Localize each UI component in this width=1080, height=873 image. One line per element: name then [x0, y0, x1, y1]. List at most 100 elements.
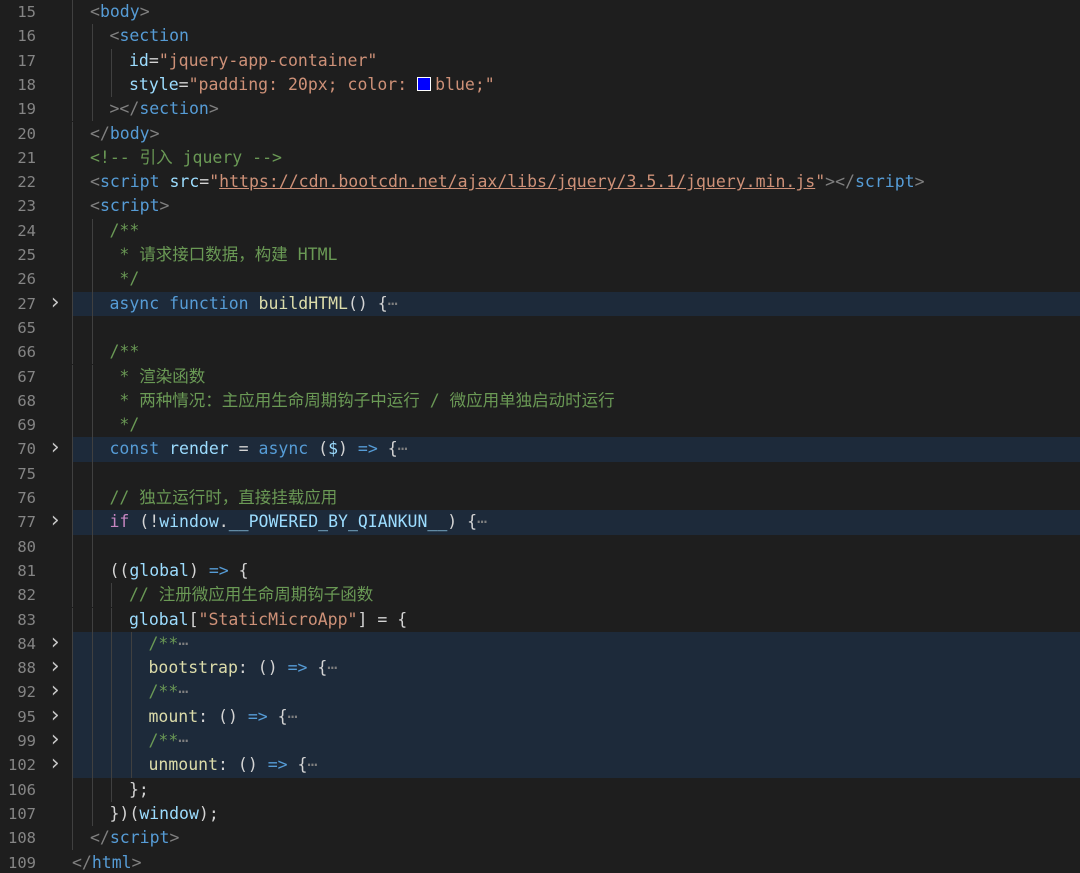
code-text: /**⋯	[149, 680, 189, 704]
indent-guide	[91, 801, 93, 827]
code-token: })(	[109, 803, 140, 823]
code-line[interactable]: 22 <script src="https://cdn.bootcdn.net/a…	[0, 170, 1080, 195]
code-line[interactable]: 18 style="padding: 20px; color: blue;"	[0, 72, 1080, 98]
code-line[interactable]: 16 <section	[0, 24, 1080, 49]
code-token: /**	[148, 633, 179, 653]
code-line[interactable]: 19 ></section>	[0, 97, 1080, 122]
indent-guide	[91, 243, 93, 268]
indent-guide	[72, 461, 73, 486]
code-line[interactable]: 17 id="jquery-app-container"	[0, 48, 1080, 73]
fold-ellipsis-icon[interactable]: ⋯	[178, 731, 188, 750]
line-number: 15	[17, 3, 36, 21]
chevron-right-icon[interactable]: ›	[48, 437, 62, 459]
chevron-right-icon[interactable]: ›	[48, 680, 62, 702]
code-line[interactable]: 68 * 两种情况：主应用生命周期钩子中运行 / 微应用单独启动时运行	[0, 388, 1080, 414]
code-line[interactable]: 99 › /**⋯	[0, 729, 1080, 754]
fold-ellipsis-icon[interactable]: ⋯	[288, 707, 298, 726]
indent-guide	[91, 291, 93, 316]
line-number: 66	[17, 343, 36, 362]
code-line[interactable]: 69 */	[0, 413, 1080, 438]
line-number: 16	[17, 27, 36, 46]
fold-ellipsis-icon[interactable]: ⋯	[398, 439, 408, 458]
code-line[interactable]: 77 › if (!window.__POWERED_BY_QIANKUN__) {…	[0, 510, 1080, 535]
code-token[interactable]: https://cdn.bootcdn.net/ajax/libs/jquery…	[219, 172, 815, 191]
indent-guide	[72, 680, 73, 705]
code-token: function	[169, 293, 249, 313]
code-text: if (!window.__POWERED_BY_QIANKUN__) {⋯	[110, 510, 488, 534]
code-line[interactable]: 67 * 渲染函数	[0, 364, 1080, 389]
color-swatch-icon[interactable]	[417, 76, 432, 91]
line-number: 24	[17, 221, 36, 240]
line-number: 84	[17, 634, 36, 653]
code-token: __POWERED_BY_QIANKUN__	[228, 512, 448, 532]
chevron-right-icon[interactable]: ›	[48, 753, 62, 775]
code-line[interactable]: 21 <!-- 引入 jquery -->	[0, 145, 1080, 171]
code-line[interactable]: 102 › unmount: () => {⋯	[0, 753, 1080, 778]
code-line[interactable]: 26 */	[0, 267, 1080, 292]
code-text: ></section>	[110, 97, 219, 121]
code-line[interactable]: 24 /**	[0, 218, 1080, 243]
code-line[interactable]: 75	[0, 461, 1080, 486]
code-line[interactable]: 65	[0, 315, 1080, 341]
fold-ellipsis-icon[interactable]: ⋯	[178, 634, 188, 653]
code-token: =	[228, 439, 259, 459]
code-line[interactable]: 80	[0, 534, 1080, 559]
code-line[interactable]: 84 › /**⋯	[0, 631, 1080, 657]
chevron-right-icon[interactable]: ›	[48, 631, 62, 654]
indent-guide	[130, 680, 132, 705]
indent-guide	[91, 753, 93, 778]
code-token: ((	[109, 560, 130, 580]
code-line[interactable]: 81 ((global) => {	[0, 558, 1080, 584]
indent-guide	[72, 558, 73, 584]
fold-ellipsis-icon[interactable]: ⋯	[327, 658, 337, 677]
indent-guide	[72, 48, 73, 73]
code-line[interactable]: 109 </html>	[0, 851, 1080, 873]
code-line[interactable]: 23 <script>	[0, 194, 1080, 219]
fold-ellipsis-icon[interactable]: ⋯	[178, 682, 188, 701]
code-line[interactable]: 108 </script>	[0, 826, 1080, 851]
line-number: 102	[8, 756, 36, 775]
fold-ellipsis-icon[interactable]: ⋯	[388, 294, 398, 313]
code-line[interactable]: 82 // 注册微应用生命周期钩子函数	[0, 583, 1080, 608]
code-token: */	[109, 415, 140, 435]
fold-ellipsis-icon[interactable]: ⋯	[477, 512, 487, 531]
code-token: /**	[148, 682, 179, 702]
code-token: =>	[287, 658, 308, 678]
code-token: script	[854, 172, 915, 192]
code-token: {	[228, 560, 249, 580]
line-number: 95	[17, 707, 36, 726]
indent-guide	[72, 631, 73, 657]
code-line[interactable]: 83 global["StaticMicroApp"] = {	[0, 607, 1080, 632]
code-line[interactable]: 95 › mount: () => {⋯	[0, 704, 1080, 729]
code-line[interactable]: 70 › const render = async ($) => {⋯	[0, 437, 1080, 462]
chevron-right-icon[interactable]: ›	[48, 656, 62, 678]
code-token: : ()	[237, 658, 288, 678]
code-line[interactable]: 66 /**	[0, 340, 1080, 365]
fold-ellipsis-icon[interactable]: ⋯	[307, 755, 317, 774]
code-line[interactable]: 15 <body>	[0, 0, 1080, 25]
code-token: "	[209, 172, 220, 192]
code-token: <	[90, 172, 100, 192]
code-line[interactable]: 20 </body>	[0, 121, 1080, 146]
chevron-right-icon[interactable]: ›	[48, 510, 62, 532]
code-token: /**	[109, 220, 140, 240]
code-line[interactable]: 76 // 独立运行时，直接挂载应用	[0, 486, 1080, 511]
indent-guide	[72, 777, 73, 802]
indent-guide	[111, 583, 112, 608]
code-line[interactable]: 92 › /**⋯	[0, 680, 1080, 705]
code-line[interactable]: 106};	[0, 777, 1080, 802]
code-line[interactable]: 88 › bootstrap: () => {⋯	[0, 656, 1080, 681]
code-token: window	[159, 512, 219, 532]
code-line[interactable]: 107})(window);	[0, 801, 1080, 827]
code-token: <!-- 引入 jquery -->	[90, 147, 282, 167]
code-line[interactable]: 25 * 请求接口数据，构建 HTML	[0, 243, 1080, 268]
indent-guide	[91, 583, 93, 608]
line-number: 88	[17, 659, 36, 678]
code-editor[interactable]: 15 <body> 16 <section 17 id="jquery-app-conta…	[0, 0, 1080, 873]
chevron-right-icon[interactable]: ›	[48, 704, 62, 727]
chevron-right-icon[interactable]: ›	[48, 291, 62, 314]
chevron-right-icon[interactable]: ›	[48, 729, 62, 751]
code-text: <body>	[90, 0, 150, 24]
code-line[interactable]: 27 › async function buildHTML() {⋯	[0, 291, 1080, 316]
